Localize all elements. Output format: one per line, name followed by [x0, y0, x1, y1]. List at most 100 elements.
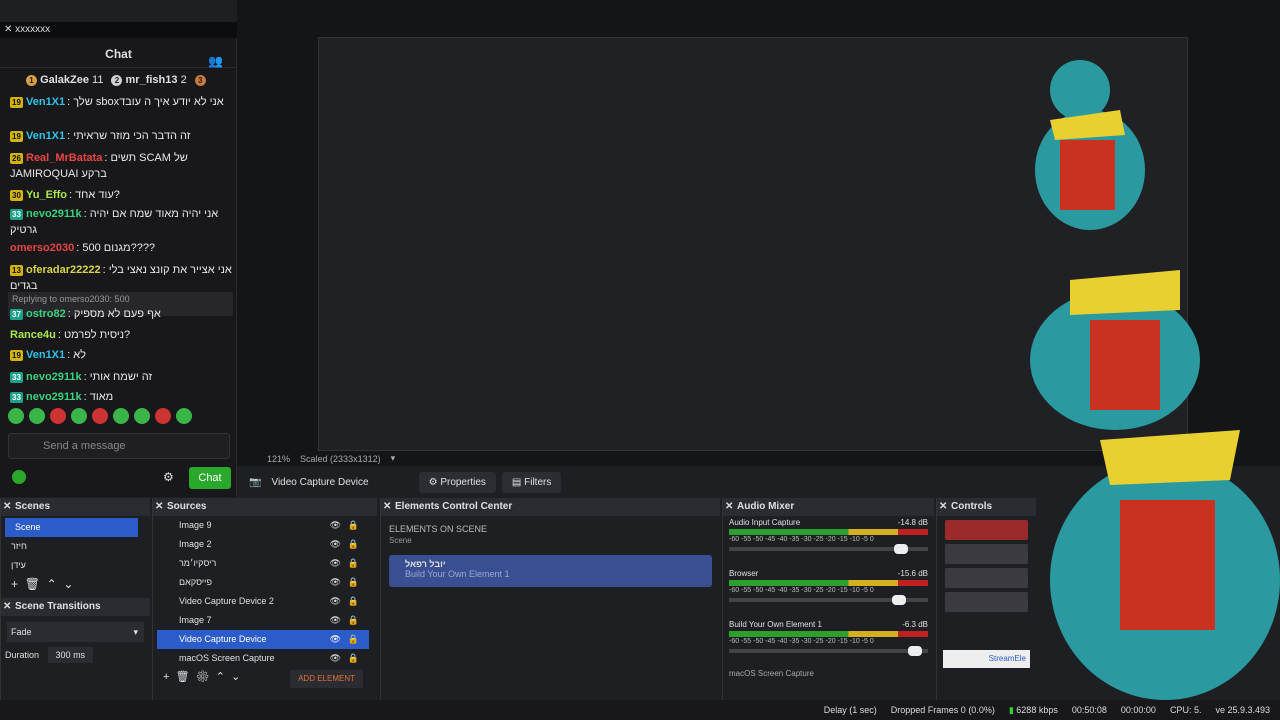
emote-icon[interactable]	[50, 408, 66, 424]
leader-name: GalakZee	[40, 74, 89, 86]
emote-icon[interactable]	[155, 408, 171, 424]
character-overlay	[1030, 60, 1280, 700]
eye-icon[interactable]: 👁	[330, 573, 341, 592]
lock-icon[interactable]: 🔒	[348, 649, 359, 668]
dock-titlebar: ✕ xxxxxxx	[0, 22, 237, 38]
close-icon[interactable]: ✕	[155, 498, 163, 516]
sub-badge: 13	[10, 265, 23, 276]
lock-icon[interactable]: 🔒	[348, 535, 359, 554]
source-item[interactable]: Image 9 👁 🔒	[157, 516, 369, 535]
send-button[interactable]: Chat	[189, 467, 231, 489]
source-item[interactable]: Video Capture Device 👁 🔒	[157, 630, 369, 649]
chat-username[interactable]: nevo2911k	[26, 391, 82, 403]
eye-icon[interactable]: 👁	[330, 516, 341, 535]
close-icon[interactable]: ✕	[939, 498, 947, 516]
emote-icon[interactable]	[8, 408, 24, 424]
filters-button[interactable]: ▤ Filters	[501, 471, 562, 493]
points-icon[interactable]	[12, 470, 26, 484]
chat-input-placeholder: Send a message	[43, 440, 126, 452]
scene-item[interactable]: Scene	[5, 518, 138, 537]
chat-text: שלך sboxאני לא יודע איך ה עובד	[73, 96, 224, 108]
close-icon[interactable]: ✕	[383, 498, 391, 516]
up-icon[interactable]: ⌃	[47, 577, 57, 591]
chat-message: 33 nevo2911k: זה ישמח אותי	[10, 369, 232, 385]
controls-title: Controls	[951, 501, 993, 512]
source-label: Video Capture Device 2	[179, 596, 274, 606]
close-icon[interactable]: ✕	[725, 498, 733, 516]
properties-button[interactable]: ⚙ Properties	[418, 471, 496, 493]
chat-username[interactable]: Rance4u	[10, 329, 56, 341]
emote-icon[interactable]	[71, 408, 87, 424]
eye-icon[interactable]: 👁	[330, 630, 341, 649]
emote-icon[interactable]	[92, 408, 108, 424]
source-item[interactable]: macOS Screen Capture 👁 🔒	[157, 649, 369, 668]
lock-icon[interactable]: 🔒	[348, 592, 359, 611]
close-icon[interactable]: ✕	[3, 498, 11, 516]
transition-select[interactable]: Fade ▾	[7, 622, 144, 642]
add-icon[interactable]: +	[11, 577, 18, 591]
lock-icon[interactable]: 🔒	[348, 554, 359, 573]
sub-badge: 19	[10, 97, 23, 108]
scene-item[interactable]: חיזר	[1, 537, 150, 556]
eye-icon[interactable]: 👁	[330, 554, 341, 573]
scene-item[interactable]: עידן	[1, 556, 150, 575]
trash-icon[interactable]: 🗑	[176, 671, 190, 683]
close-icon[interactable]: ✕	[4, 24, 15, 35]
source-item[interactable]: ריסקיו׳מר 👁 🔒	[157, 554, 369, 573]
emote-icon[interactable]	[29, 408, 45, 424]
down-icon[interactable]: ⌄	[63, 577, 73, 591]
chat-username[interactable]: Real_MrBatata	[26, 152, 102, 164]
add-element-button[interactable]: ADD ELEMENT	[290, 670, 363, 688]
chat-username[interactable]: Ven1X1	[26, 349, 65, 361]
volume-slider[interactable]	[729, 646, 928, 656]
volume-slider[interactable]	[729, 595, 928, 605]
source-item[interactable]: Video Capture Device 2 👁 🔒	[157, 592, 369, 611]
source-item[interactable]: Image 2 👁 🔒	[157, 535, 369, 554]
slider-handle[interactable]	[894, 544, 909, 554]
eye-icon[interactable]: 👁	[330, 611, 341, 630]
slider-handle[interactable]	[908, 646, 923, 656]
emote-icon[interactable]	[134, 408, 150, 424]
zoom-level[interactable]: 121%	[267, 454, 290, 464]
volume-slider[interactable]	[729, 544, 928, 554]
chat-username[interactable]: Ven1X1	[26, 96, 65, 108]
chat-username[interactable]: nevo2911k	[26, 208, 82, 220]
source-item[interactable]: פייסקאם 👁 🔒	[157, 573, 369, 592]
emote-icon[interactable]	[176, 408, 192, 424]
volume-meter	[729, 631, 928, 637]
eye-icon[interactable]: 👁	[330, 592, 341, 611]
emote-icon[interactable]	[113, 408, 129, 424]
close-icon[interactable]: ✕	[3, 598, 11, 616]
slider-handle[interactable]	[892, 595, 907, 605]
add-icon[interactable]: +	[163, 671, 169, 683]
chat-username[interactable]: nevo2911k	[26, 371, 82, 383]
chat-username[interactable]: oferadar22222	[26, 264, 101, 276]
lock-icon[interactable]: 🔒	[348, 573, 359, 592]
chat-input[interactable]: Send a message	[8, 433, 230, 459]
element-card[interactable]: יובל רפאל Build Your Own Element 1	[389, 555, 712, 587]
duration-field[interactable]: 300 ms	[47, 647, 94, 663]
source-label: Image 2	[179, 539, 212, 549]
gear-icon[interactable]: ⚙	[196, 671, 210, 683]
lock-icon[interactable]: 🔒	[348, 611, 359, 630]
chat-text: ניסית לפרמט?	[63, 329, 131, 341]
scene-label: Scene	[15, 522, 41, 532]
medal-gold-icon: 1	[26, 75, 37, 86]
source-item[interactable]: Image 7 👁 🔒	[157, 611, 369, 630]
eye-icon[interactable]: 👁	[330, 649, 341, 668]
scaled-resolution[interactable]: Scaled (2333x1312)	[300, 454, 381, 464]
volume-meter	[729, 580, 928, 586]
chat-username[interactable]: omerso2030	[10, 242, 74, 254]
chat-username[interactable]: ostro82	[26, 308, 66, 320]
chevron-down-icon[interactable]: ▾	[391, 453, 396, 464]
eye-icon[interactable]: 👁	[330, 535, 341, 554]
chat-username[interactable]: Ven1X1	[26, 130, 65, 142]
gear-icon[interactable]: ⚙	[163, 470, 174, 484]
lock-icon[interactable]: 🔒	[348, 630, 359, 649]
down-icon[interactable]: ⌄	[231, 671, 240, 683]
up-icon[interactable]: ⌃	[216, 671, 225, 683]
trash-icon[interactable]: 🗑	[25, 577, 40, 591]
lock-icon[interactable]: 🔒	[348, 516, 359, 535]
element-card-sub: Build Your Own Element 1	[405, 569, 510, 579]
chat-username[interactable]: Yu_Effo	[26, 189, 67, 201]
